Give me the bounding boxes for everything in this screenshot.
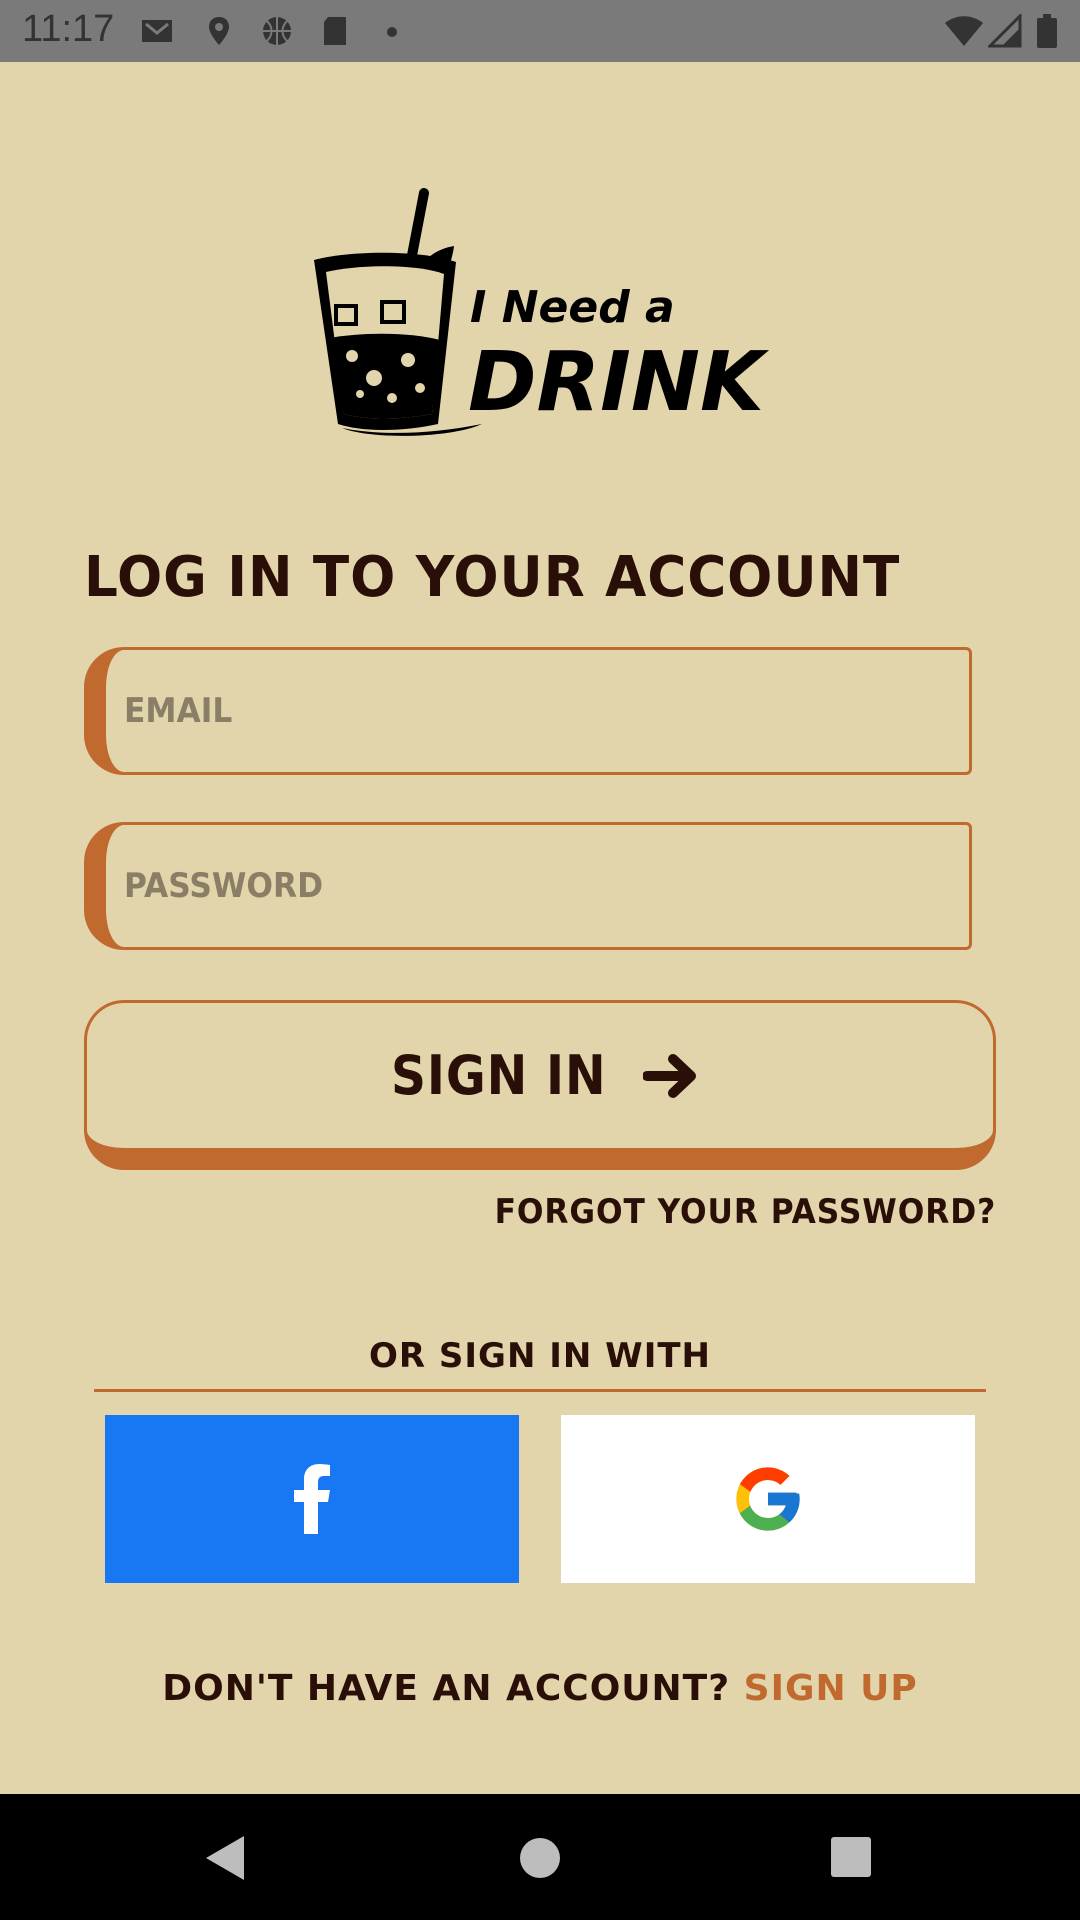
page-title: LOG IN TO YOUR ACCOUNT <box>84 545 901 610</box>
app-logo: I Need a DRINK <box>314 188 769 436</box>
google-sign-in-button[interactable] <box>561 1415 975 1583</box>
logo-line2: DRINK <box>468 335 769 430</box>
logo-line1: I Need a <box>470 282 675 333</box>
password-field[interactable] <box>84 822 972 950</box>
navigation-bar <box>0 1794 1080 1920</box>
facebook-sign-in-button[interactable] <box>105 1415 519 1583</box>
google-icon <box>736 1467 800 1531</box>
arrow-right-icon <box>642 1053 696 1098</box>
signup-row: DON'T HAVE AN ACCOUNT? SIGN UP <box>0 1668 1080 1709</box>
recents-icon[interactable] <box>830 1836 872 1878</box>
or-sign-in-with-label: OR SIGN IN WITH <box>368 1336 711 1376</box>
facebook-icon <box>294 1464 330 1534</box>
forgot-password-link[interactable]: FORGOT YOUR PASSWORD? <box>494 1192 996 1232</box>
battery-icon <box>1037 14 1057 48</box>
location-icon <box>209 17 229 45</box>
password-input[interactable] <box>124 825 860 947</box>
divider <box>94 1389 986 1392</box>
sd-card-icon <box>324 17 346 45</box>
gmail-icon <box>142 20 172 42</box>
wifi-icon <box>945 16 983 46</box>
home-icon[interactable] <box>518 1836 562 1880</box>
sign-up-link[interactable]: SIGN UP <box>744 1668 918 1709</box>
email-field[interactable] <box>84 647 972 775</box>
status-time: 11:17 <box>22 8 115 50</box>
signup-prompt: DON'T HAVE AN ACCOUNT? <box>162 1668 731 1709</box>
email-input[interactable] <box>124 650 860 772</box>
status-bar: 11:17 <box>0 0 1080 62</box>
sign-in-label: SIGN IN <box>391 1044 607 1107</box>
sign-in-button[interactable]: SIGN IN <box>84 1000 996 1170</box>
signal-icon <box>988 14 1022 48</box>
back-icon[interactable] <box>204 1834 246 1882</box>
basketball-icon <box>263 17 291 45</box>
notification-dot-icon <box>387 27 397 37</box>
